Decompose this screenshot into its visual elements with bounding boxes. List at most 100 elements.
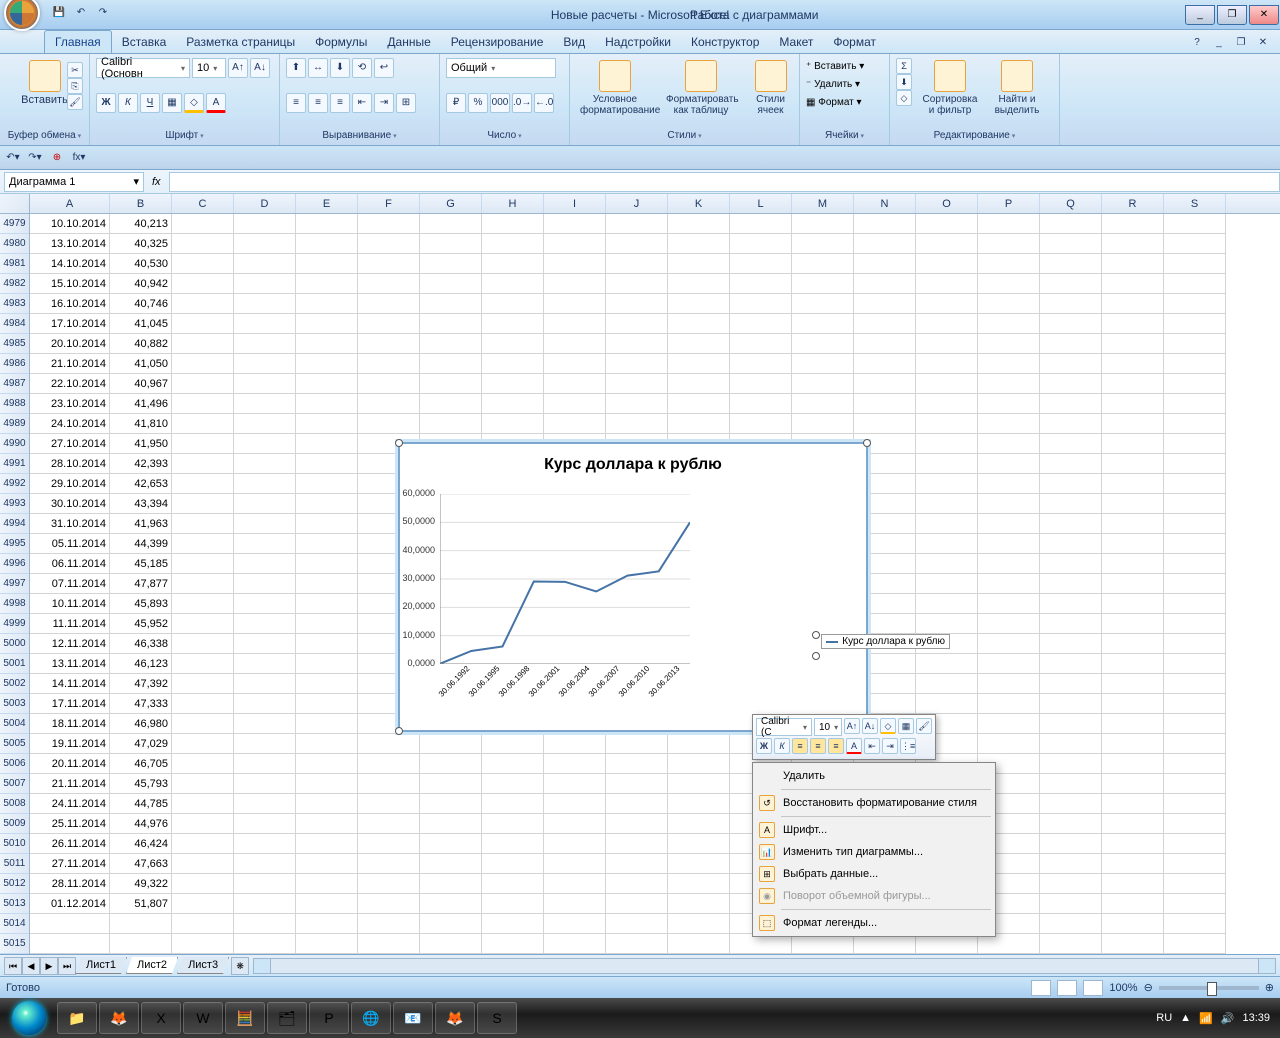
indent-dec-icon[interactable]: ⇤ xyxy=(352,93,372,113)
cell[interactable]: 21.11.2014 xyxy=(30,774,110,794)
cell[interactable] xyxy=(978,414,1040,434)
tray-network-icon[interactable]: 📶 xyxy=(1199,1012,1213,1025)
cell[interactable] xyxy=(296,334,358,354)
cell[interactable] xyxy=(730,394,792,414)
cell[interactable]: 31.10.2014 xyxy=(30,514,110,534)
cell[interactable] xyxy=(1102,774,1164,794)
chart-plot-area[interactable]: 0,000010,000020,000030,000040,000050,000… xyxy=(440,494,690,664)
cell[interactable] xyxy=(420,294,482,314)
cell[interactable] xyxy=(1040,374,1102,394)
name-box[interactable]: Диаграмма 1▾ xyxy=(4,172,144,192)
cell[interactable] xyxy=(916,554,978,574)
ribbon-tab-2[interactable]: Разметка страницы xyxy=(176,31,305,53)
cell[interactable]: 12.11.2014 xyxy=(30,634,110,654)
cell[interactable] xyxy=(978,634,1040,654)
indent-inc-icon[interactable]: ⇥ xyxy=(374,93,394,113)
cell[interactable]: 28.10.2014 xyxy=(30,454,110,474)
sheet-nav-next-icon[interactable]: ▶ xyxy=(40,957,58,975)
cell[interactable] xyxy=(978,674,1040,694)
cell[interactable] xyxy=(916,534,978,554)
cell[interactable] xyxy=(234,414,296,434)
cell[interactable] xyxy=(296,674,358,694)
cell[interactable] xyxy=(358,374,420,394)
cell[interactable] xyxy=(358,834,420,854)
cell[interactable] xyxy=(1040,454,1102,474)
fill-icon[interactable]: ⬇ xyxy=(896,74,912,90)
underline-button[interactable]: Ч xyxy=(140,93,160,113)
cell[interactable] xyxy=(296,574,358,594)
row-header[interactable]: 4995 xyxy=(0,534,29,554)
cell[interactable] xyxy=(234,254,296,274)
cell[interactable] xyxy=(296,694,358,714)
col-header-L[interactable]: L xyxy=(730,194,792,213)
cell[interactable] xyxy=(420,354,482,374)
cell[interactable] xyxy=(978,314,1040,334)
ribbon-tab-5[interactable]: Рецензирование xyxy=(441,31,554,53)
cell[interactable] xyxy=(172,534,234,554)
format-painter-icon[interactable]: 🖌 xyxy=(67,94,83,110)
menu-item[interactable]: ↺Восстановить форматирование стиля xyxy=(755,792,993,814)
cell[interactable] xyxy=(854,214,916,234)
border-icon[interactable]: ▦ xyxy=(162,93,182,113)
cell[interactable] xyxy=(1164,934,1226,954)
cell[interactable] xyxy=(544,794,606,814)
cell[interactable] xyxy=(1040,434,1102,454)
cell[interactable] xyxy=(234,774,296,794)
ribbon-tab-6[interactable]: Вид xyxy=(553,31,595,53)
cell[interactable] xyxy=(1102,934,1164,954)
cell[interactable] xyxy=(606,234,668,254)
mini-grow-font-icon[interactable]: A↑ xyxy=(844,718,860,734)
cell[interactable]: 17.11.2014 xyxy=(30,694,110,714)
cell[interactable] xyxy=(1040,894,1102,914)
cell[interactable] xyxy=(606,414,668,434)
view-pagebreak-icon[interactable] xyxy=(1083,980,1103,996)
ribbon-tab-4[interactable]: Данные xyxy=(377,31,440,53)
cell[interactable] xyxy=(1040,874,1102,894)
cell[interactable]: 40,746 xyxy=(110,294,172,314)
cell[interactable]: 41,950 xyxy=(110,434,172,454)
zoom-percent[interactable]: 100% xyxy=(1109,982,1137,994)
cell[interactable] xyxy=(1164,794,1226,814)
cell[interactable] xyxy=(234,474,296,494)
cell[interactable] xyxy=(1102,214,1164,234)
cell[interactable] xyxy=(978,714,1040,734)
cell[interactable] xyxy=(358,734,420,754)
cell[interactable] xyxy=(916,594,978,614)
conditional-format-button[interactable]: Условное форматирование xyxy=(576,58,654,118)
cell[interactable] xyxy=(234,874,296,894)
cell[interactable] xyxy=(482,794,544,814)
cell[interactable] xyxy=(978,254,1040,274)
cell[interactable] xyxy=(1102,374,1164,394)
cell[interactable] xyxy=(420,414,482,434)
cell[interactable] xyxy=(1102,314,1164,334)
tray-flag-icon[interactable]: ▲ xyxy=(1180,1012,1191,1024)
cell[interactable]: 06.11.2014 xyxy=(30,554,110,574)
ribbon-restore-icon[interactable]: ❐ xyxy=(1232,34,1250,52)
cell[interactable] xyxy=(668,314,730,334)
cell[interactable] xyxy=(234,614,296,634)
cell[interactable]: 20.11.2014 xyxy=(30,754,110,774)
cell[interactable] xyxy=(1040,354,1102,374)
cell[interactable] xyxy=(420,834,482,854)
col-header-Q[interactable]: Q xyxy=(1040,194,1102,213)
row-header[interactable]: 4993 xyxy=(0,494,29,514)
row-header[interactable]: 4988 xyxy=(0,394,29,414)
cell[interactable] xyxy=(978,234,1040,254)
cell[interactable] xyxy=(1102,474,1164,494)
cell[interactable] xyxy=(916,414,978,434)
zoom-out-icon[interactable]: ⊖ xyxy=(1144,981,1153,994)
grow-font-icon[interactable]: A↑ xyxy=(228,58,248,78)
cell[interactable] xyxy=(172,874,234,894)
row-header[interactable]: 4982 xyxy=(0,274,29,294)
cell[interactable] xyxy=(854,934,916,954)
cell[interactable] xyxy=(420,854,482,874)
taskbar-app-icon[interactable]: P xyxy=(309,1002,349,1034)
cell[interactable] xyxy=(1040,754,1102,774)
cell[interactable] xyxy=(544,214,606,234)
cell[interactable] xyxy=(730,274,792,294)
chart-handle-ne[interactable] xyxy=(863,439,871,447)
cell[interactable] xyxy=(916,454,978,474)
shrink-font-icon[interactable]: A↓ xyxy=(250,58,270,78)
cell[interactable] xyxy=(30,914,110,934)
zoom-slider[interactable] xyxy=(1159,986,1259,990)
